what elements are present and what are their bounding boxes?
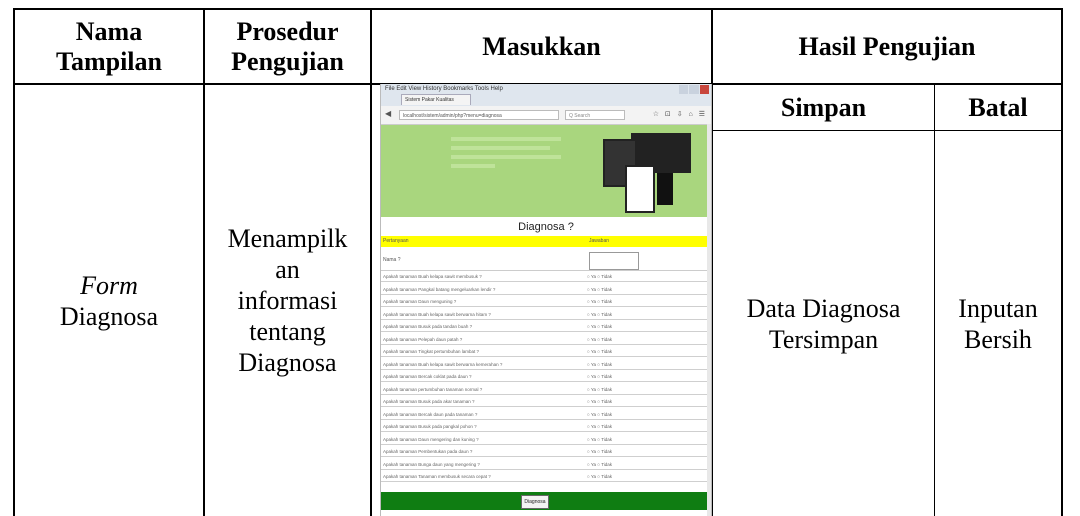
- browser-tab: Sistem Pakar Kualitas Kelapa Sa...: [401, 94, 471, 113]
- device-phone: [625, 165, 655, 213]
- browser-urlbar: ◀ localhost/sistem/admin/php?menu=diagno…: [381, 106, 711, 125]
- question-text: Apakah tanaman Pelepah daun patah ?: [383, 336, 463, 342]
- answer-options: ○ Ya ○ Tidak: [587, 361, 613, 367]
- col-line-3: [370, 8, 372, 516]
- question-text: Apakah tanaman Buah kelapa sawit berwarn…: [383, 311, 491, 317]
- col-line-6: [1061, 8, 1063, 516]
- cell-prosedur: Menampilk an informasi tentang Diagnosa: [205, 85, 370, 516]
- question-text: Apakah tanaman Daun menguning ?: [383, 299, 457, 304]
- answer-options: ○ Ya ○ Tidak: [587, 374, 613, 379]
- browser-menu: File Edit View History Bookmarks Tools H…: [385, 86, 503, 92]
- question-row: Apakah tanaman Tanaman membusuk secara c…: [381, 472, 711, 482]
- question-text: Apakah tanaman Busuk pada pangkal pohon …: [383, 424, 477, 429]
- question-text: Apakah tanaman Pembentukan pada daun ?: [383, 449, 473, 454]
- question-row: Apakah tanaman Buah kelapa sawit membusu…: [381, 272, 711, 282]
- question-row: Apakah tanaman Buah kelapa sawit berwarn…: [381, 310, 711, 320]
- prosedur-line: Diagnosa: [238, 348, 337, 377]
- header-nama-tampilan: Nama Tampilan: [56, 16, 162, 76]
- answer-options: ○ Ya ○ Tidak: [587, 274, 613, 279]
- answer-options: ○ Ya ○ Tidak: [587, 436, 613, 442]
- question-row: Apakah tanaman Bercak daun pada tanaman …: [381, 410, 711, 420]
- header-masukkan: Masukkan: [482, 31, 601, 61]
- question-row: Apakah tanaman Bunga daun yang mengering…: [381, 460, 711, 470]
- answer-options: ○ Ya ○ Tidak: [587, 411, 613, 417]
- question-text: Apakah tanaman Daun mengering dan kuning…: [383, 436, 479, 442]
- answer-options: ○ Ya ○ Tidak: [587, 299, 613, 304]
- col-pertanyaan: Pertanyaan: [383, 238, 409, 244]
- col-jawaban: Jawaban: [589, 238, 610, 244]
- question-row: Apakah tanaman Busuk pada tandan buah ? ○…: [381, 322, 711, 332]
- question-row: Apakah tanaman Pangkal batang mengeluark…: [381, 285, 711, 295]
- nama-rest: Diagnosa: [59, 301, 159, 331]
- question-row: Apakah tanaman Tingkat pertumbuhan lamba…: [381, 347, 711, 357]
- cell-simpan-result: Data Diagnosa Tersimpan: [713, 131, 934, 516]
- answer-options: ○ Ya ○ Tidak: [587, 474, 613, 479]
- subheader-simpan: Simpan: [780, 92, 867, 122]
- site-banner: [381, 125, 711, 217]
- answer-options: ○ Ya ○ Tidak: [587, 286, 613, 292]
- answer-options: ○ Ya ○ Tidak: [587, 399, 613, 404]
- banner-text: [451, 137, 561, 173]
- question-row: Apakah tanaman pertumbuhan tanaman norma…: [381, 385, 711, 395]
- question-text: Apakah tanaman Busuk pada akar tanaman ?: [383, 399, 475, 404]
- batal-line: Inputan: [958, 293, 1038, 323]
- scrollbar: [707, 124, 711, 516]
- form-header-row: Pertanyaan Jawaban: [381, 236, 711, 247]
- answer-options: ○ Ya ○ Tidak: [587, 461, 613, 467]
- question-text: Apakah tanaman Bercak coklat pada daun ?: [383, 374, 472, 379]
- subheader-batal: Batal: [968, 92, 1028, 122]
- question-text: Apakah tanaman Tingkat pertumbuhan lamba…: [383, 349, 480, 354]
- toolbar-icons: ☆ ⊡ ⇩ ⌂ ☰: [652, 111, 707, 118]
- question-row: Apakah tanaman Daun mengering dan kuning…: [381, 435, 711, 445]
- answer-options: ○ Ya ○ Tidak: [587, 336, 613, 342]
- question-row: Apakah tanaman Pembentukan pada daun ? ○ …: [381, 447, 711, 457]
- question-row: Apakah tanaman Pelepah daun patah ? ○ Ya …: [381, 335, 711, 345]
- search-field: Q Search: [565, 110, 625, 120]
- prosedur-line: an: [275, 255, 300, 284]
- question-text: Apakah tanaman Tanaman membusuk secara c…: [383, 474, 491, 479]
- question-text: Apakah tanaman Bercak daun pada tanaman …: [383, 411, 478, 417]
- cell-batal-result: Inputan Bersih: [935, 131, 1061, 516]
- question-text: Apakah tanaman pertumbuhan tanaman norma…: [383, 386, 483, 392]
- answer-options: ○ Ya ○ Tidak: [587, 311, 613, 317]
- name-row: Nama ?: [381, 250, 711, 271]
- question-text: Apakah tanaman Busuk pada tandan buah ?: [383, 324, 473, 329]
- simpan-line: Data Diagnosa: [746, 293, 901, 323]
- diagnosa-button: Diagnosa: [521, 495, 549, 509]
- prosedur-line: tentang: [249, 317, 326, 346]
- device-small: [657, 173, 673, 205]
- header-hasil-pengujian: Hasil Pengujian: [798, 31, 976, 61]
- nama-input: [589, 252, 639, 270]
- back-icon: ◀: [385, 109, 392, 118]
- answer-options: ○ Ya ○ Tidak: [587, 349, 613, 354]
- cell-nama-tampilan: Form Diagnosa: [15, 85, 203, 516]
- header-prosedur-pengujian: Prosedur Pengujian: [231, 16, 344, 76]
- answer-options: ○ Ya ○ Tidak: [587, 324, 613, 329]
- question-text: Apakah tanaman Pangkal batang mengeluark…: [383, 286, 496, 292]
- question-row: Apakah tanaman Buah kelapa sawit berwarn…: [381, 360, 711, 370]
- question-text: Apakah tanaman Buah kelapa sawit membusu…: [383, 274, 482, 279]
- diagnosa-form-screenshot: File Edit View History Bookmarks Tools H…: [380, 84, 712, 516]
- answer-options: ○ Ya ○ Tidak: [587, 449, 613, 454]
- prosedur-line: informasi: [237, 286, 338, 315]
- question-row: Apakah tanaman Busuk pada akar tanaman ?…: [381, 397, 711, 407]
- question-row: Apakah tanaman Daun menguning ? ○ Ya ○ Ti…: [381, 297, 711, 307]
- form-footer: Diagnosa: [381, 492, 711, 510]
- window-buttons: [679, 85, 709, 94]
- nama-italic: Form: [80, 270, 138, 300]
- form-title: Diagnosa ?: [518, 221, 574, 233]
- url-field: localhost/sistem/admin/php?menu=diagnosa: [399, 110, 559, 120]
- answer-options: ○ Ya ○ Tidak: [587, 424, 613, 429]
- batal-line: Bersih: [964, 324, 1032, 354]
- prosedur-line: Menampilk: [227, 224, 348, 253]
- question-text: Apakah tanaman Buah kelapa sawit berwarn…: [383, 361, 503, 367]
- nama-label: Nama ?: [383, 257, 401, 263]
- browser-titlebar: File Edit View History Bookmarks Tools H…: [381, 84, 711, 113]
- question-text: Apakah tanaman Bunga daun yang mengering…: [383, 461, 480, 467]
- question-row: Apakah tanaman Bercak coklat pada daun ?…: [381, 372, 711, 382]
- simpan-line: Tersimpan: [768, 324, 879, 354]
- answer-options: ○ Ya ○ Tidak: [587, 386, 613, 392]
- question-row: Apakah tanaman Busuk pada pangkal pohon …: [381, 422, 711, 432]
